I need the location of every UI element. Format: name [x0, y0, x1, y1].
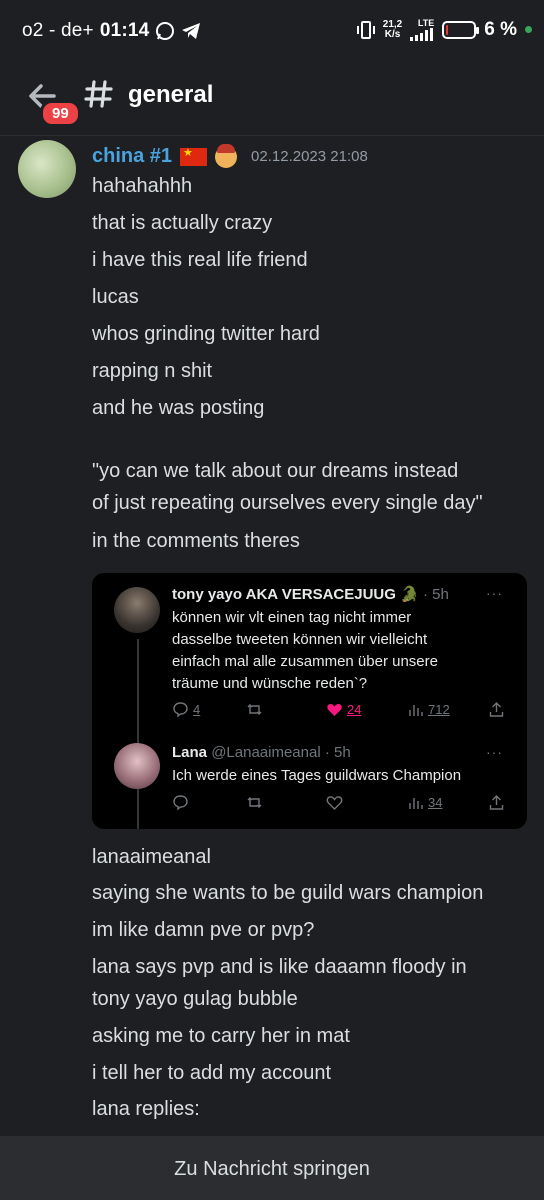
- tweet-text-line: dasselbe tweeten können wir vielleicht: [172, 631, 428, 648]
- tweet-reply-handle: @Lanaaimeanal · 5h: [211, 744, 351, 761]
- more-icon: ···: [486, 744, 503, 760]
- share-icon: [489, 702, 504, 717]
- battery-percent: 6 %: [484, 18, 517, 40]
- tweet-time: · 5h: [422, 586, 449, 603]
- tweet-author-avatar: [114, 587, 160, 633]
- embedded-image[interactable]: tony yayo AKA VERSACEJUUG 🐊 · 5h ··· kön…: [92, 573, 527, 829]
- status-right: 21,2 K/s LTE 6 %: [356, 18, 532, 41]
- whatsapp-icon: [156, 22, 175, 40]
- tweet-author-name: tony yayo AKA VERSACEJUUG: [172, 586, 396, 603]
- user-avatar[interactable]: [18, 140, 76, 198]
- message-line: lana replies:: [92, 1098, 200, 1120]
- heart-icon: [326, 796, 343, 810]
- thread-line: [137, 639, 139, 829]
- message-line: and he was posting: [92, 397, 265, 419]
- message-line: i tell her to add my account: [92, 1062, 332, 1084]
- network-label: LTE: [417, 18, 435, 28]
- message-line: saying she wants to be guild wars champi…: [92, 882, 484, 904]
- net-speed-unit: K/s: [384, 28, 401, 40]
- view-count: 34: [407, 794, 442, 811]
- channel-name[interactable]: general: [128, 81, 213, 109]
- china-flag-icon: [180, 146, 208, 166]
- message-line: that is actually crazy: [92, 212, 273, 234]
- view-count: 712: [407, 701, 450, 718]
- message-line: in the comments theres: [92, 530, 300, 552]
- retweet-icon: [247, 704, 262, 715]
- like-button: [326, 794, 343, 811]
- signal-icon: [410, 28, 434, 41]
- battery-fill: [446, 24, 449, 35]
- clock: 01:14: [99, 20, 150, 41]
- reply-count: 4: [172, 701, 200, 718]
- message-line: tony yayo gulag bubble: [92, 988, 298, 1010]
- more-icon: ···: [486, 585, 503, 601]
- tweet-reply-name: Lana: [172, 744, 208, 761]
- heart-filled-icon: [327, 703, 342, 716]
- share-button: [488, 794, 505, 811]
- message-line: lanaaimeanal: [92, 846, 211, 868]
- message-timestamp: 02.12.2023 21:08: [251, 148, 368, 165]
- reply-icon: [173, 795, 188, 811]
- carrier-label: o2 - de+: [22, 20, 94, 41]
- tweet-text: können wir vlt einen tag nicht immer das…: [172, 607, 438, 695]
- message-line: lucas: [92, 286, 139, 308]
- views-icon: [409, 798, 423, 809]
- crocodile-emoji-icon: 🐊: [400, 586, 419, 603]
- battery-icon: [442, 20, 480, 39]
- tweet-author: tony yayo AKA VERSACEJUUG 🐊 · 5h: [172, 585, 449, 603]
- reply-button: [172, 794, 189, 811]
- retweet-icon: [247, 797, 262, 808]
- vibrate-icon: [356, 20, 375, 39]
- message-line: hahahahhh: [92, 175, 193, 197]
- status-bar: o2 - de+ 01:14 21,2 K/s LTE 6 %: [0, 0, 544, 62]
- message-line: "yo can we talk about our dreams instead: [92, 460, 459, 482]
- tweet-reply-author: Lana @Lanaaimeanal · 5h: [172, 744, 351, 761]
- message-header: china #1 02.12.2023 21:08: [92, 143, 368, 168]
- views-icon: [409, 705, 423, 716]
- tweet-actions: 4 24 712: [172, 701, 505, 721]
- message-line: whos grinding twitter hard: [92, 323, 320, 345]
- tweet-text-line: träume und wünsche reden`?: [172, 675, 368, 692]
- view-count-value: 34: [428, 795, 443, 810]
- guard-emoji-icon: [215, 143, 238, 168]
- message-line: asking me to carry her in mat: [92, 1025, 350, 1047]
- retweet-button: [246, 701, 263, 718]
- view-count-value: 712: [428, 702, 450, 717]
- tweet-reply-text: Ich werde eines Tages guildwars Champion: [172, 767, 462, 784]
- indicator-dot: [525, 26, 532, 33]
- share-icon: [489, 795, 504, 810]
- reply-count-value: 4: [193, 702, 201, 717]
- message-line: i have this real life friend: [92, 249, 308, 271]
- message-line: im like damn pve or pvp?: [92, 919, 315, 941]
- retweet-button: [246, 794, 263, 811]
- tweet-reply-actions: 34: [172, 794, 505, 814]
- unread-badge: 99: [40, 100, 81, 127]
- channel-header: 99 general: [0, 62, 544, 136]
- status-left: o2 - de+ 01:14: [22, 20, 201, 42]
- telegram-icon: [182, 23, 201, 39]
- message-line: of just repeating ourselves every single…: [92, 492, 483, 514]
- message-line: rapping n shit: [92, 360, 213, 382]
- jump-to-message-button[interactable]: Zu Nachricht springen: [0, 1158, 544, 1181]
- net-speed: 21,2 K/s: [382, 18, 403, 40]
- tweet-reply-avatar: [114, 743, 160, 789]
- share-button: [488, 701, 505, 718]
- like-count: 24: [326, 701, 361, 718]
- tweet-text-line: einfach mal alle zusammen über unsere: [172, 653, 438, 670]
- message-line: lana says pvp and is like daaamn floody …: [92, 956, 467, 978]
- jump-to-message-bar[interactable]: Zu Nachricht springen: [0, 1136, 544, 1200]
- username[interactable]: china #1: [92, 145, 172, 168]
- like-count-value: 24: [347, 702, 362, 717]
- hash-icon: [84, 80, 113, 108]
- net-speed-value: 21,2: [382, 18, 403, 30]
- reply-icon: [173, 702, 188, 718]
- tweet-text-line: können wir vlt einen tag nicht immer: [172, 609, 412, 626]
- signal-group: LTE: [410, 18, 434, 41]
